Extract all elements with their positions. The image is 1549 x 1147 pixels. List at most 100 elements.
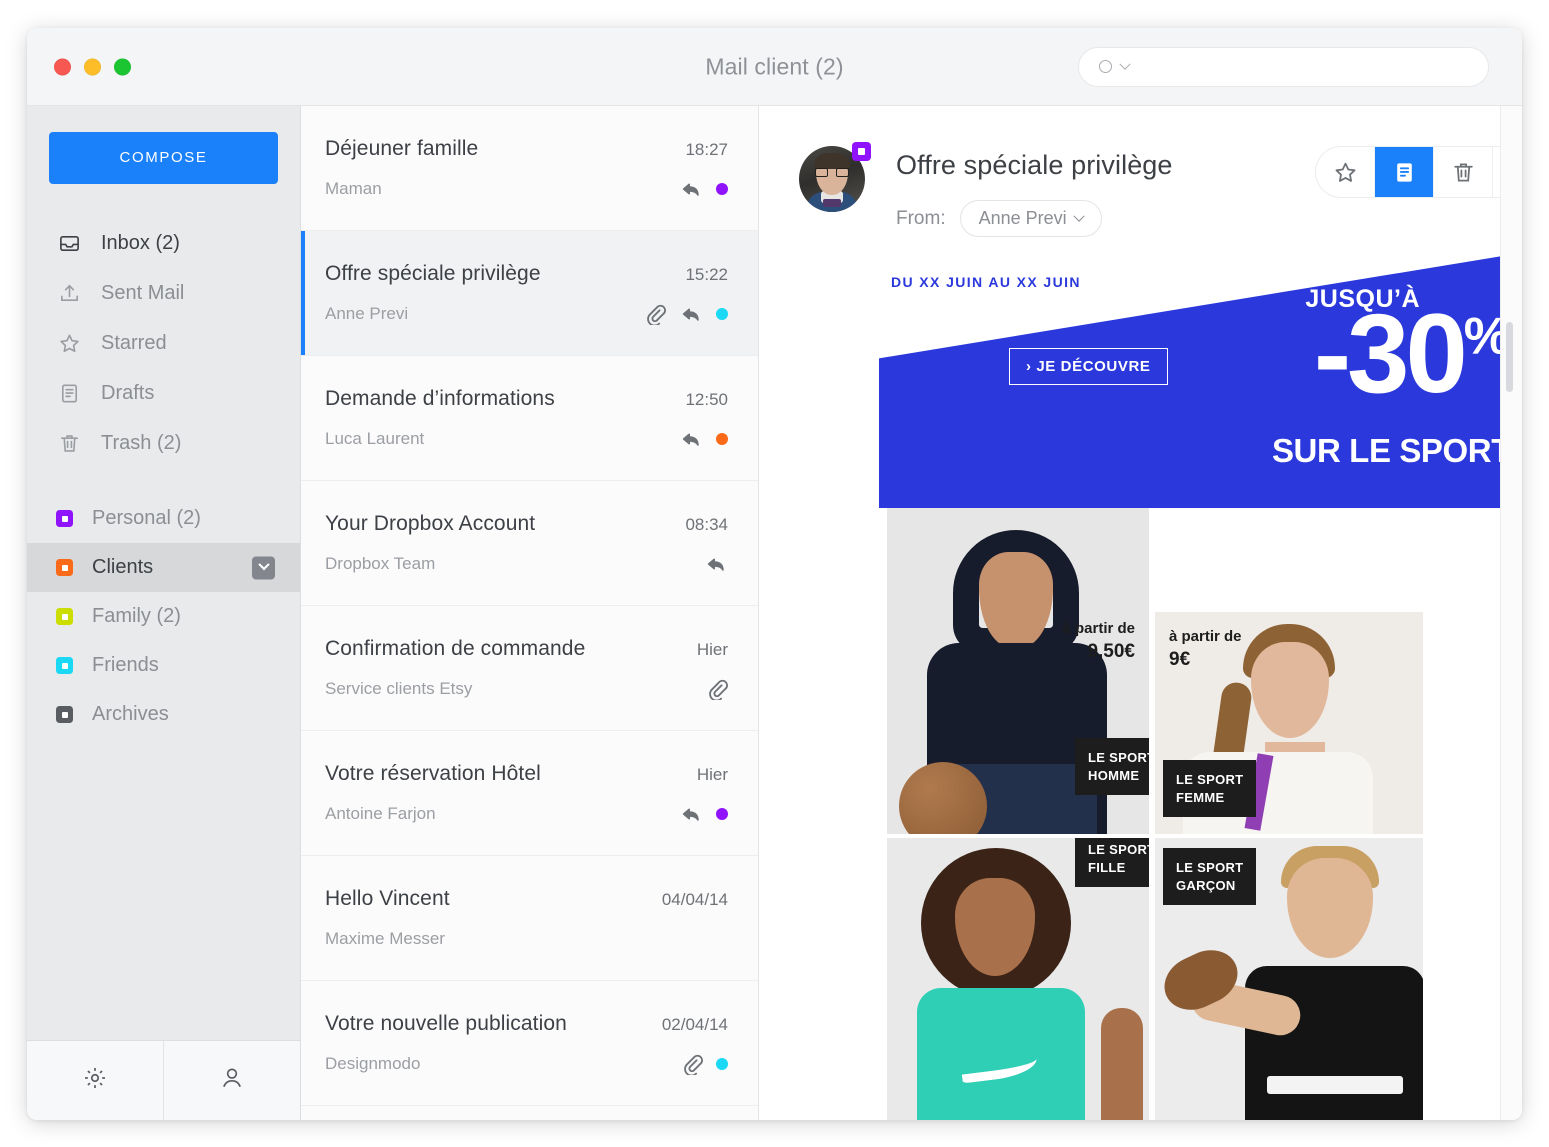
promo-discount-value: -30 [1313,291,1468,416]
mail-sender: Dropbox Team [325,553,436,573]
mail-list[interactable]: Déjeuner famille 18:27 Maman Offre spéci… [301,106,759,1120]
attachment-icon [709,679,728,700]
title-bar: Mail client (2) [27,28,1522,106]
mail-list-item[interactable]: Your Dropbox Account 08:34 Dropbox Team [301,481,758,606]
label-color-swatch-icon [56,657,73,674]
delete-button[interactable] [1434,147,1492,197]
mail-time: Hier [696,764,728,784]
sidebar-item-label: Inbox (2) [101,231,180,254]
label-dot-icon [716,1057,728,1070]
attachment-icon [684,1054,703,1075]
sidebar-label-family[interactable]: Family (2) [27,592,300,641]
mail-list-item[interactable]: Hello Vincent 04/04/14 Maxime Messer [301,856,758,981]
sidebar-item-label: Starred [101,331,167,354]
promo-product-women[interactable]: à partir de 9€ LE SPORT FEMME [1155,612,1423,834]
mail-subject: Demande d’informations [325,386,555,410]
from-sender-dropdown[interactable]: Anne Previ [959,200,1102,237]
mail-time: 08:34 [685,514,728,534]
reading-pane: Offre spéciale privilège From: Anne Prev… [759,106,1522,1120]
star-button[interactable] [1316,147,1374,197]
sidebar-label-archives[interactable]: Archives [27,690,300,739]
sidebar-label-text: Clients [92,556,154,578]
from-label: From: [896,207,946,229]
search-box[interactable] [1078,46,1489,87]
archive-icon [1396,162,1412,182]
promo-product-grid: à partir de9,50€ LE SPORT HOMME à partir… [879,508,1522,1120]
mail-list-item[interactable]: Demande d’informations 12:50 Luca Lauren… [301,356,758,481]
promo-price-men: à partir de 9,50€ [1062,620,1135,662]
reply-icon [682,308,699,321]
reading-pane-scrollbar-track[interactable] [1500,106,1522,1120]
chevron-down-icon[interactable] [1119,58,1131,70]
promo-tagline: SUR LE SPORT [1271,432,1511,469]
label-dot-icon [716,307,728,320]
reply-icon [682,808,699,821]
reading-pane-titles: Offre spéciale privilège From: Anne Prev… [896,146,1173,237]
promo-tag-men: LE SPORT HOMME [1075,738,1149,796]
sidebar-divider-space [27,468,300,494]
sidebar-label-text: Personal (2) [92,507,201,529]
avatar [799,142,871,212]
reading-pane-scrollbar-thumb[interactable] [1506,322,1513,392]
mail-list-item[interactable]: Déjeuner famille 18:27 Maman [301,106,758,231]
sidebar-item-starred[interactable]: Starred [27,318,300,368]
drafts-icon [56,380,82,406]
promo-product-girl[interactable]: LE SPORT FILLE [887,838,1149,1120]
reply-icon [682,183,699,196]
from-row: From: Anne Previ [896,200,1173,237]
search-icon [1099,60,1112,73]
mail-list-item[interactable]: Votre réservation Hôtel Hier Antoine Far… [301,731,758,856]
sidebar-label-friends[interactable]: Friends [27,641,300,690]
inbox-icon [56,230,82,256]
mail-sender: Designmodo [325,1053,421,1073]
compose-button[interactable]: COMPOSE [49,132,278,184]
label-color-swatch-icon [56,706,73,723]
star-icon [56,330,82,356]
mail-subject: Votre réservation Hôtel [325,761,541,785]
mail-client-window: Mail client (2) COMPOSE Inbox (2) Sent M… [27,28,1522,1120]
sidebar-label-personal[interactable]: Personal (2) [27,494,300,543]
mail-list-item[interactable]: Confirmation de commande Hier Service cl… [301,606,758,731]
mail-status-icons [706,678,728,700]
mail-time: 02/04/14 [661,1014,728,1034]
promo-product-boy[interactable]: LE SPORT GARÇON [1155,838,1423,1120]
mail-time: 18:27 [685,139,728,159]
chevron-down-icon[interactable] [252,556,275,579]
account-button[interactable] [163,1041,300,1120]
mail-status-icons [704,553,728,575]
search-input[interactable] [1138,57,1488,76]
reply-icon [707,558,724,571]
settings-button[interactable] [27,1041,163,1120]
promo-discount: -30% [1314,298,1510,410]
sidebar-scroll-area: COMPOSE Inbox (2) Sent Mail Starred Draf… [27,106,300,1040]
mail-list-item[interactable]: Votre nouvelle publication 02/04/14 Desi… [301,981,758,1106]
mail-subject: Votre nouvelle publication [325,1011,567,1035]
gear-icon [82,1065,108,1096]
reading-pane-header: Offre spéciale privilège From: Anne Prev… [759,106,1522,237]
mail-list-item[interactable]: Offre spéciale privilège 15:22 Anne Prev… [301,231,758,356]
sidebar-item-trash[interactable]: Trash (2) [27,418,300,468]
mail-sender: Anne Previ [325,303,409,323]
sent-icon [56,280,82,306]
mail-subject: Confirmation de commande [325,636,586,660]
sidebar-item-inbox[interactable]: Inbox (2) [27,218,300,268]
chevron-down-icon [1073,210,1085,222]
sidebar-item-drafts[interactable]: Drafts [27,368,300,418]
discover-button[interactable]: › JE DÉCOUVRE [1009,348,1168,385]
mail-time: 15:22 [685,264,728,284]
email-body-promo: DU XX JUIN AU XX JUIN JUSQU’À -30% (1) S… [879,250,1522,1120]
promo-product-men[interactable]: à partir de9,50€ LE SPORT HOMME [887,508,1149,834]
sidebar-item-sent-mail[interactable]: Sent Mail [27,268,300,318]
reply-icon [682,433,699,446]
sidebar-footer [27,1040,300,1120]
mail-status-icons [679,803,728,825]
archive-button[interactable] [1375,147,1433,197]
sidebar: COMPOSE Inbox (2) Sent Mail Starred Draf… [27,106,301,1120]
sidebar-label-text: Archives [92,703,169,725]
sidebar-label-clients[interactable]: Clients [27,543,300,592]
trash-icon [1453,162,1473,182]
mail-subject: Offre spéciale privilège [325,261,541,285]
promo-price-women: à partir de 9€ [1169,628,1242,670]
mail-status-icons [681,1053,728,1075]
mail-subject: Your Dropbox Account [325,511,536,535]
